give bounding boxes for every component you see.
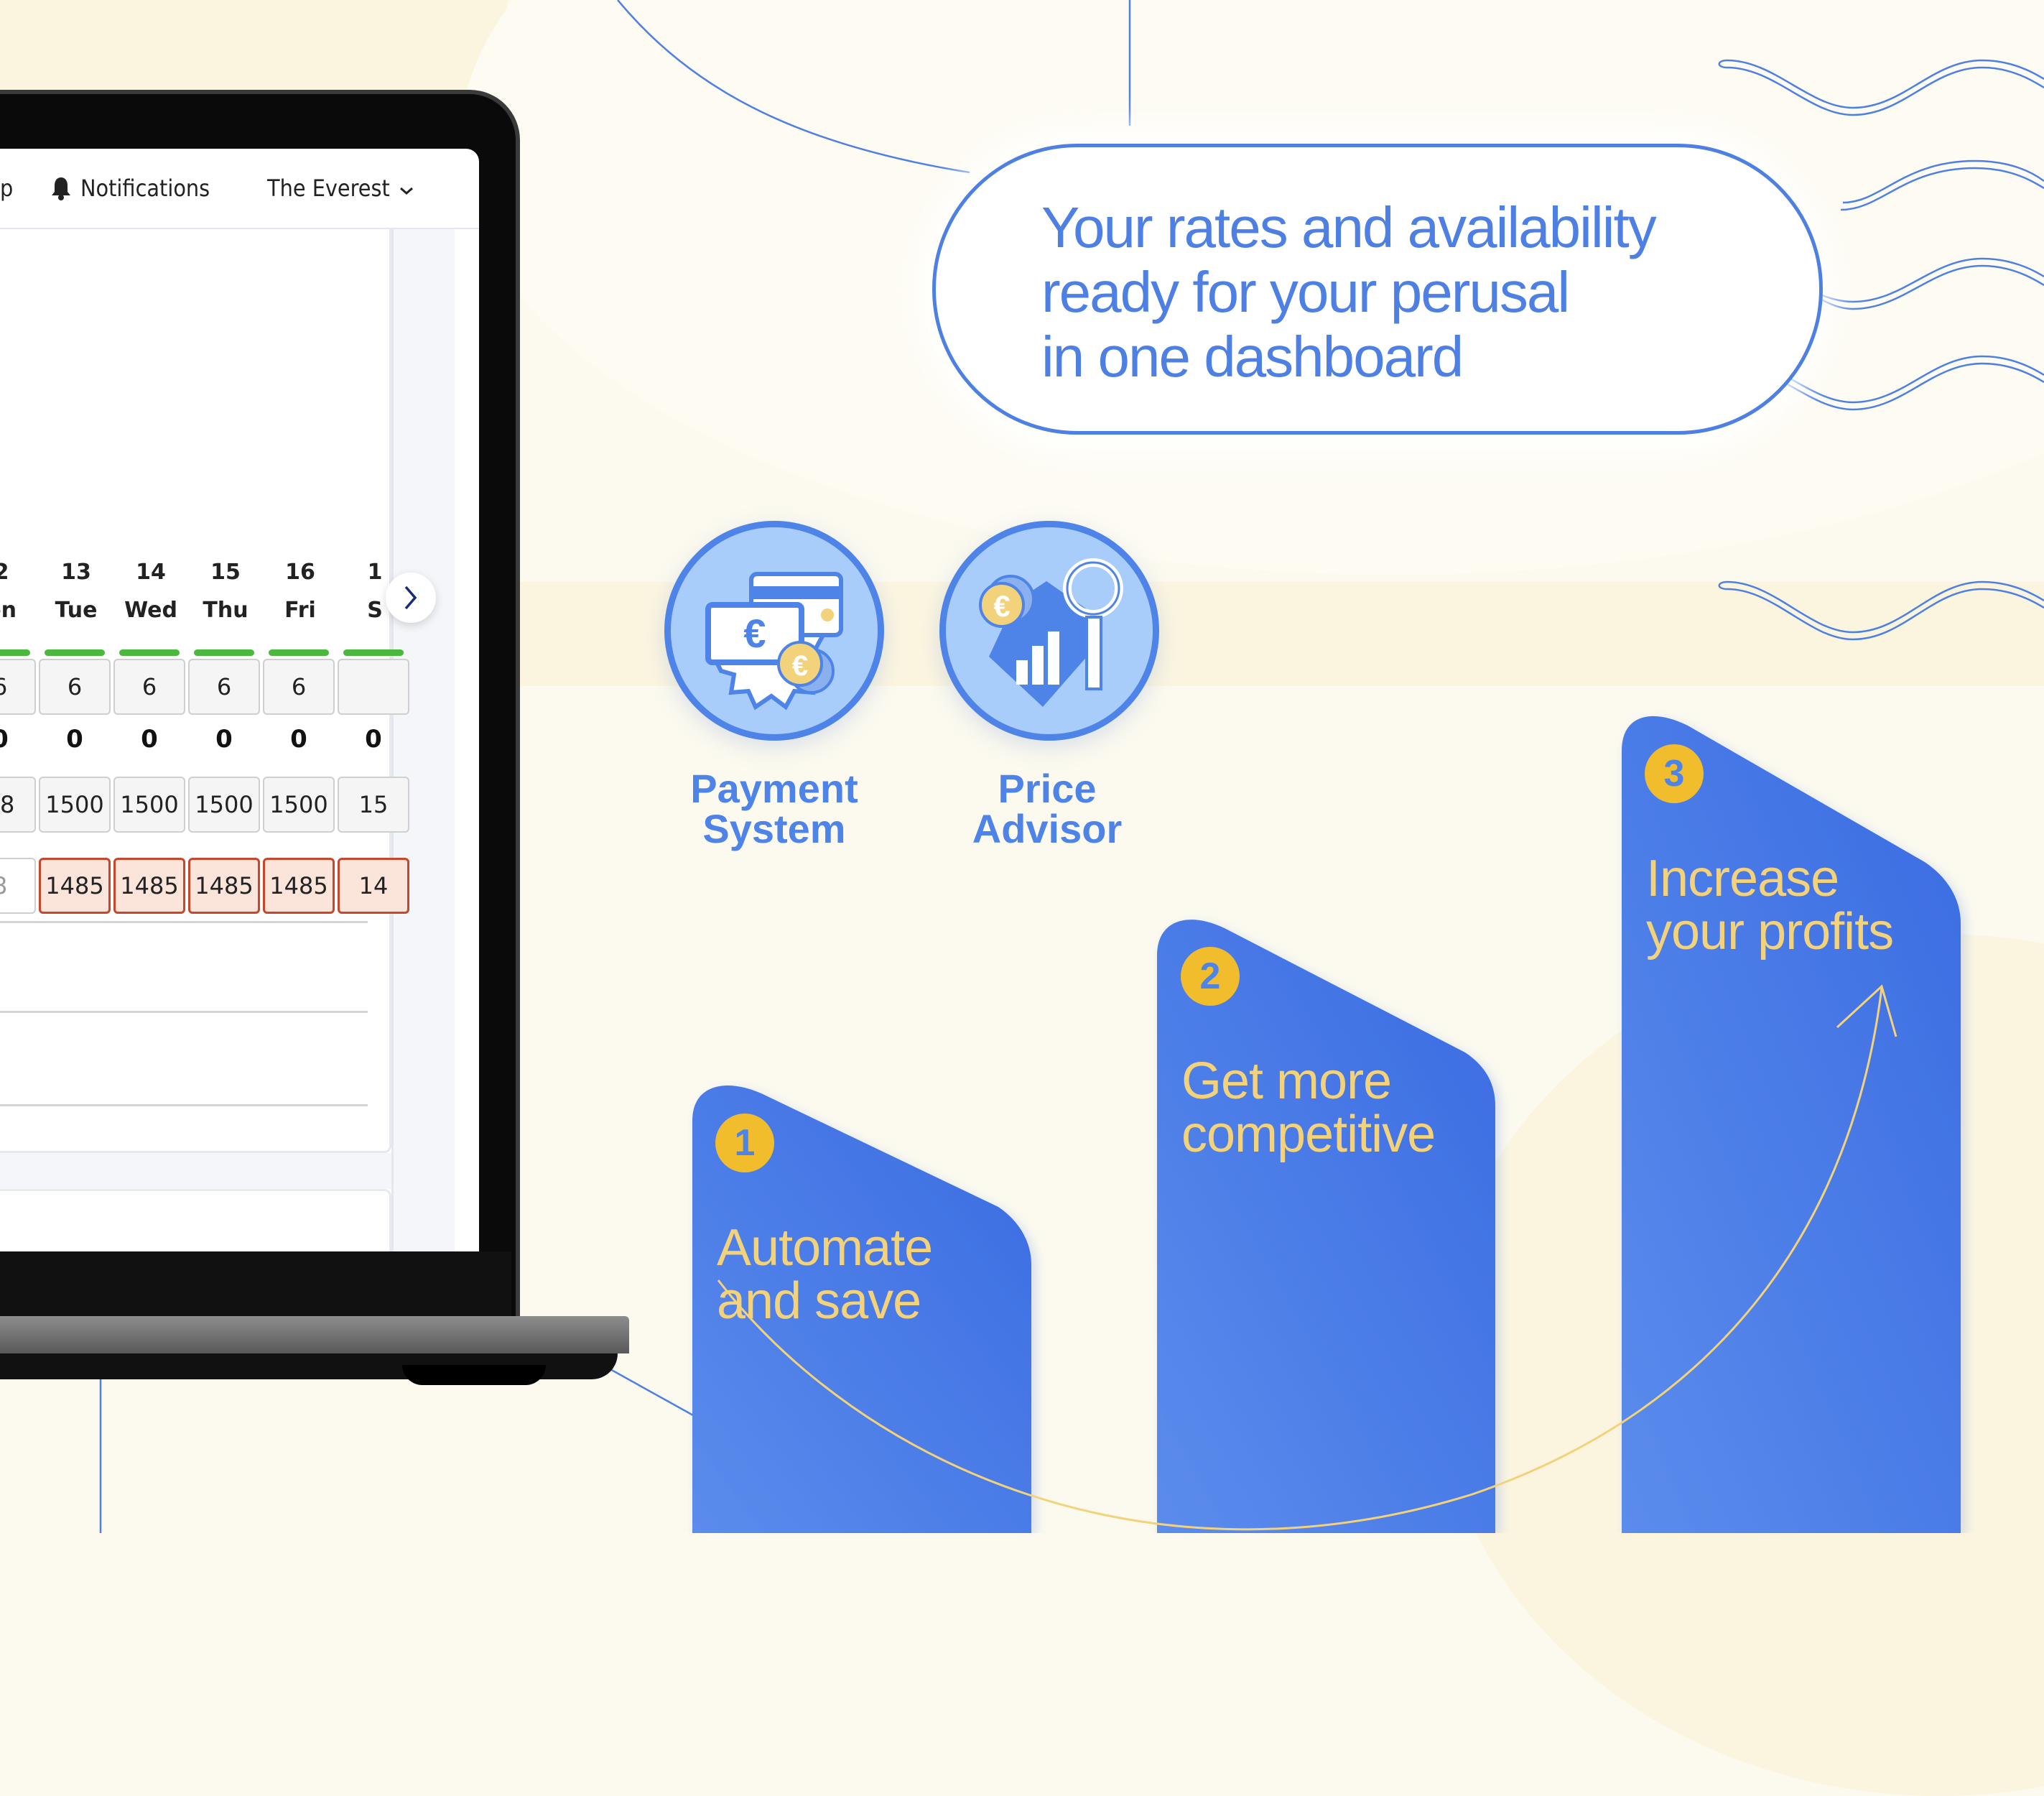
step-cards-shapes: [692, 716, 1961, 1533]
step-3-line-2: your profits: [1646, 903, 1894, 961]
step-1-number: 1: [715, 1114, 774, 1172]
step-2-line-2: competitive: [1181, 1106, 1436, 1163]
step-1-text: Automate and save: [717, 1219, 933, 1330]
step-3-number: 3: [1645, 744, 1704, 803]
step-2-text: Get more competitive: [1181, 1052, 1436, 1163]
step-2-line-1: Get more: [1181, 1052, 1392, 1110]
step-1-line-1: Automate: [717, 1219, 933, 1277]
step-2-number: 2: [1181, 947, 1240, 1006]
step-3-line-1: Increase: [1646, 850, 1839, 907]
step-1-line-2: and save: [717, 1272, 921, 1330]
step-card-2: [1157, 920, 1495, 1533]
step-card-3: [1622, 716, 1961, 1533]
step-3-text: Increase your profits: [1646, 850, 1894, 961]
